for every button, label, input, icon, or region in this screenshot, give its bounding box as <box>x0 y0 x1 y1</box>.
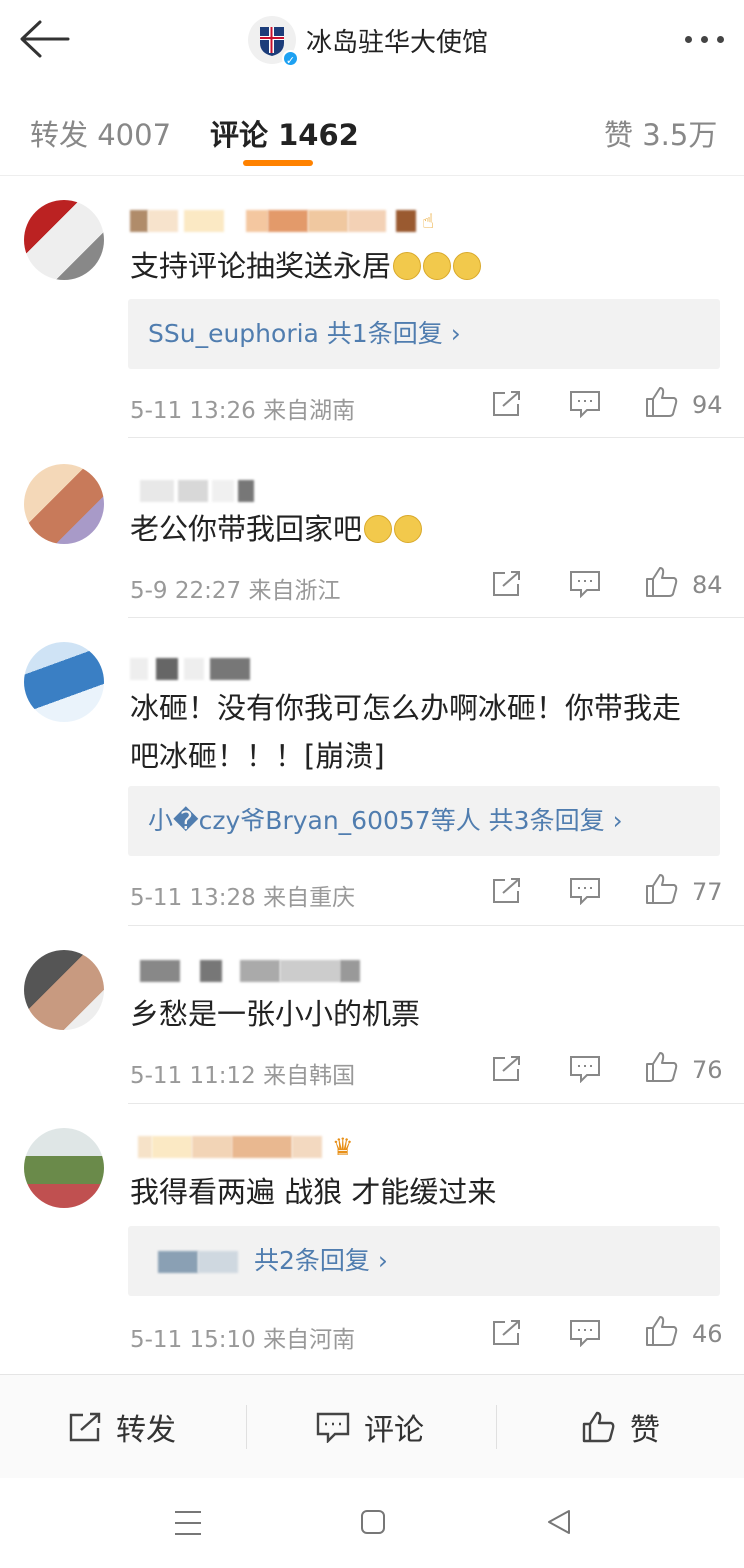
home-icon[interactable] <box>360 1509 386 1535</box>
coat-of-arms-icon <box>260 27 284 56</box>
top-bar: ✓ 冰岛驻华大使馆 <box>0 0 744 80</box>
embassy-avatar[interactable]: ✓ <box>248 16 299 67</box>
reply-summary[interactable]: SSu_euphoria 共1条回复 › <box>128 299 720 369</box>
avatar[interactable] <box>24 950 104 1030</box>
replier-blurred <box>158 1251 198 1273</box>
avatar[interactable] <box>24 642 104 722</box>
comment-text: 乡愁是一张小小的机票 <box>130 997 421 1031</box>
repost-icon[interactable] <box>491 1319 523 1347</box>
account-title[interactable]: ✓ 冰岛驻华大使馆 <box>248 14 489 67</box>
crying-emoji-icon <box>393 252 422 280</box>
comment-label: 评论 <box>364 1413 424 1448</box>
divider <box>246 1405 247 1449</box>
reply-summary[interactable]: 共2条回复 › <box>128 1226 720 1296</box>
avatar[interactable] <box>24 1128 104 1208</box>
hand-icon: ☝ <box>422 209 435 233</box>
back-arrow-icon[interactable] <box>18 18 72 60</box>
like-icon[interactable] <box>645 566 679 598</box>
tab-likes[interactable]: 赞 3.5万 <box>604 112 717 154</box>
chevron-right-icon: › <box>377 1246 388 1275</box>
username-blurred[interactable] <box>130 956 360 986</box>
comment-text: 冰砸！没有你我可怎么办啊冰砸！你带我走 吧冰砸！！！[崩溃] <box>130 691 682 773</box>
system-navigation-bar <box>0 1478 744 1568</box>
comment-item: 老公你带我回家吧 5-9 22:27 来自浙江 84 <box>0 438 744 618</box>
like-count: 76 <box>692 1056 723 1084</box>
comment-item: ♛ 我得看两遍 战狼 才能缓过来 共2条回复 › 5-11 15:10 来自河南 … <box>0 1104 744 1368</box>
crying-emoji-icon <box>453 252 482 280</box>
comment-icon[interactable] <box>569 390 601 418</box>
tab-repost[interactable]: 转发 4007 <box>30 112 171 154</box>
comment-meta: 5-9 22:27 来自浙江 <box>130 578 341 604</box>
like-label: 赞 <box>630 1413 660 1448</box>
comment-item: 乡愁是一张小小的机票 5-11 11:12 来自韩国 76 <box>0 926 744 1104</box>
avatar[interactable] <box>24 200 104 280</box>
repost-icon <box>69 1412 101 1442</box>
comment-item: 冰砸！没有你我可怎么办啊冰砸！你带我走 吧冰砸！！！[崩溃] 小�czy爷Bry… <box>0 618 744 926</box>
reply-summary[interactable]: 小�czy爷Bryan_60057等人 共3条回复 › <box>128 786 720 856</box>
repost-icon[interactable] <box>491 390 523 418</box>
crying-emoji-icon <box>364 515 393 543</box>
repost-label: 转发 <box>116 1413 176 1448</box>
replier-blurred <box>198 1251 238 1273</box>
comment-item: ☝ 支持评论抽奖送永居 SSu_euphoria 共1条回复 › 5-11 13:… <box>0 176 744 438</box>
repost-button[interactable]: 转发 <box>68 1375 176 1479</box>
crying-emoji-icon <box>394 515 423 543</box>
comment-icon <box>316 1412 350 1443</box>
comment-text: 我得看两遍 战狼 才能缓过来 <box>130 1175 497 1209</box>
like-icon[interactable] <box>645 1315 679 1347</box>
username-blurred[interactable]: ☝ <box>130 206 434 236</box>
like-count: 46 <box>692 1320 723 1348</box>
avatar[interactable] <box>24 464 104 544</box>
comment-button[interactable]: 评论 <box>316 1375 424 1479</box>
comment-icon[interactable] <box>569 1319 601 1347</box>
comment-meta: 5-11 11:12 来自韩国 <box>130 1063 356 1089</box>
comment-icon[interactable] <box>569 1055 601 1083</box>
comment-icon[interactable] <box>569 877 601 905</box>
bottom-action-bar: 转发 评论 赞 <box>0 1374 744 1478</box>
repost-icon[interactable] <box>491 1055 523 1083</box>
tab-comments[interactable]: 评论 1462 <box>210 112 359 154</box>
username-blurred[interactable] <box>130 654 250 684</box>
comment-meta: 5-11 13:26 来自湖南 <box>130 398 356 424</box>
like-count: 84 <box>692 571 723 599</box>
comment-meta: 5-11 13:28 来自重庆 <box>130 885 356 911</box>
repost-icon[interactable] <box>491 877 523 905</box>
like-count: 94 <box>692 391 723 419</box>
repost-icon[interactable] <box>491 570 523 598</box>
like-count: 77 <box>692 878 723 906</box>
like-button[interactable]: 赞 <box>582 1375 660 1479</box>
chevron-right-icon: › <box>450 319 461 348</box>
comment-text: 支持评论抽奖送永居 <box>130 242 730 290</box>
like-icon <box>582 1411 615 1443</box>
comment-meta: 5-11 15:10 来自河南 <box>130 1327 356 1353</box>
crown-icon: ♛ <box>332 1133 354 1161</box>
active-tab-indicator <box>243 160 313 166</box>
more-dots-icon[interactable] <box>685 36 724 43</box>
comment-text: 老公你带我回家吧 <box>130 505 730 553</box>
like-icon[interactable] <box>645 386 679 418</box>
menu-icon[interactable] <box>174 1510 202 1536</box>
back-triangle-icon[interactable] <box>546 1509 572 1535</box>
verified-badge-icon: ✓ <box>282 50 299 67</box>
crying-emoji-icon <box>423 252 452 280</box>
username-blurred[interactable] <box>130 476 254 506</box>
like-icon[interactable] <box>645 873 679 905</box>
like-icon[interactable] <box>645 1051 679 1083</box>
page-title: 冰岛驻华大使馆 <box>306 27 489 58</box>
comment-icon[interactable] <box>569 570 601 598</box>
tab-bar: 转发 4007 评论 1462 赞 3.5万 <box>0 80 744 176</box>
divider <box>496 1405 497 1449</box>
chevron-right-icon: › <box>612 806 623 835</box>
username-blurred[interactable]: ♛ <box>130 1132 354 1162</box>
